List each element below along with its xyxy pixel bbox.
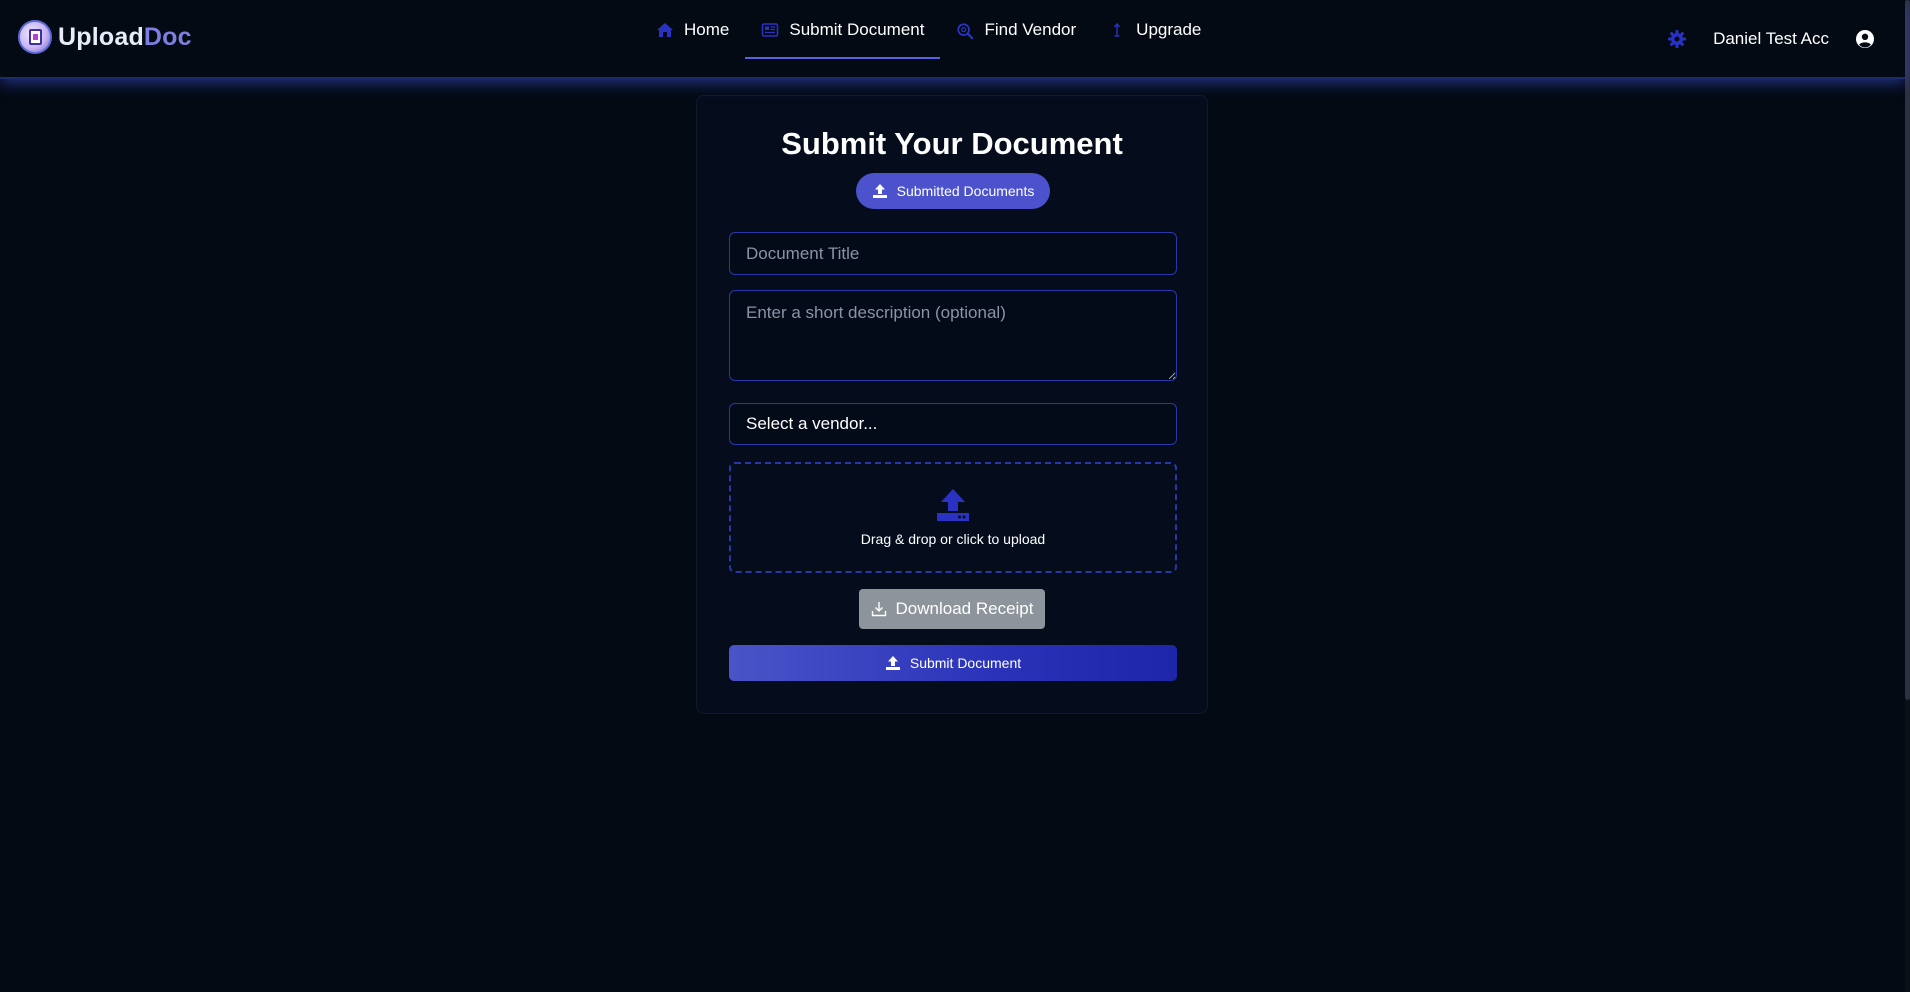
submitted-documents-button[interactable]: Submitted Documents [856,173,1050,209]
document-logo-icon [18,20,52,54]
submit-document-button[interactable]: Submit Document [729,645,1177,681]
nav-find-vendor-label: Find Vendor [984,20,1077,39]
nav-submit-document-label: Submit Document [789,20,925,39]
file-dropzone[interactable]: Drag & drop or click to upload [729,462,1177,573]
nav-upgrade-label: Upgrade [1136,20,1202,39]
upload-icon [885,655,901,671]
brand-logo-link[interactable]: UploadDoc [18,20,192,54]
scrollbar-thumb[interactable] [1905,0,1910,700]
vendor-select-value: Select a vendor... [746,414,878,433]
description-textarea[interactable] [729,290,1177,381]
document-title-input[interactable] [729,232,1177,275]
nav-upgrade[interactable]: Upgrade [1092,1,1217,59]
submit-document-card: Submit Your Document Submitted Documents… [696,95,1208,714]
home-icon [656,21,674,39]
vendor-select[interactable]: Select a vendor... [729,403,1177,445]
download-icon [871,601,887,617]
newspaper-icon [761,21,779,39]
nav-home[interactable]: Home [640,1,745,59]
arrow-up-icon [1108,21,1126,39]
nav-submit-document[interactable]: Submit Document [745,1,941,59]
page-title: Submit Your Document [781,126,1123,161]
gear-icon[interactable] [1667,29,1687,49]
submit-document-label: Submit Document [909,655,1022,671]
brand-name: UploadDoc [58,23,192,52]
nav-find-vendor[interactable]: Find Vendor [940,1,1092,59]
brand-name-part2: Doc [143,22,192,51]
download-receipt-button[interactable]: Download Receipt [859,589,1045,629]
upload-icon [872,183,888,199]
dropzone-text: Drag & drop or click to upload [860,531,1046,547]
top-navbar: UploadDoc Home Submit Document Find Vend… [0,0,1905,79]
search-icon [956,21,974,40]
download-receipt-label: Download Receipt [895,599,1034,618]
page-scrollbar[interactable] [1905,0,1910,992]
brand-name-part1: Upload [58,22,144,51]
user-name[interactable]: Daniel Test Acc [1713,29,1829,49]
nav-right-group: Daniel Test Acc [1667,0,1875,78]
user-circle-icon[interactable] [1855,29,1875,49]
main-nav: Home Submit Document Find Vendor Upgrade [640,0,1217,60]
nav-home-label: Home [684,20,730,39]
submitted-documents-label: Submitted Documents [896,183,1035,199]
upload-icon [935,488,971,527]
